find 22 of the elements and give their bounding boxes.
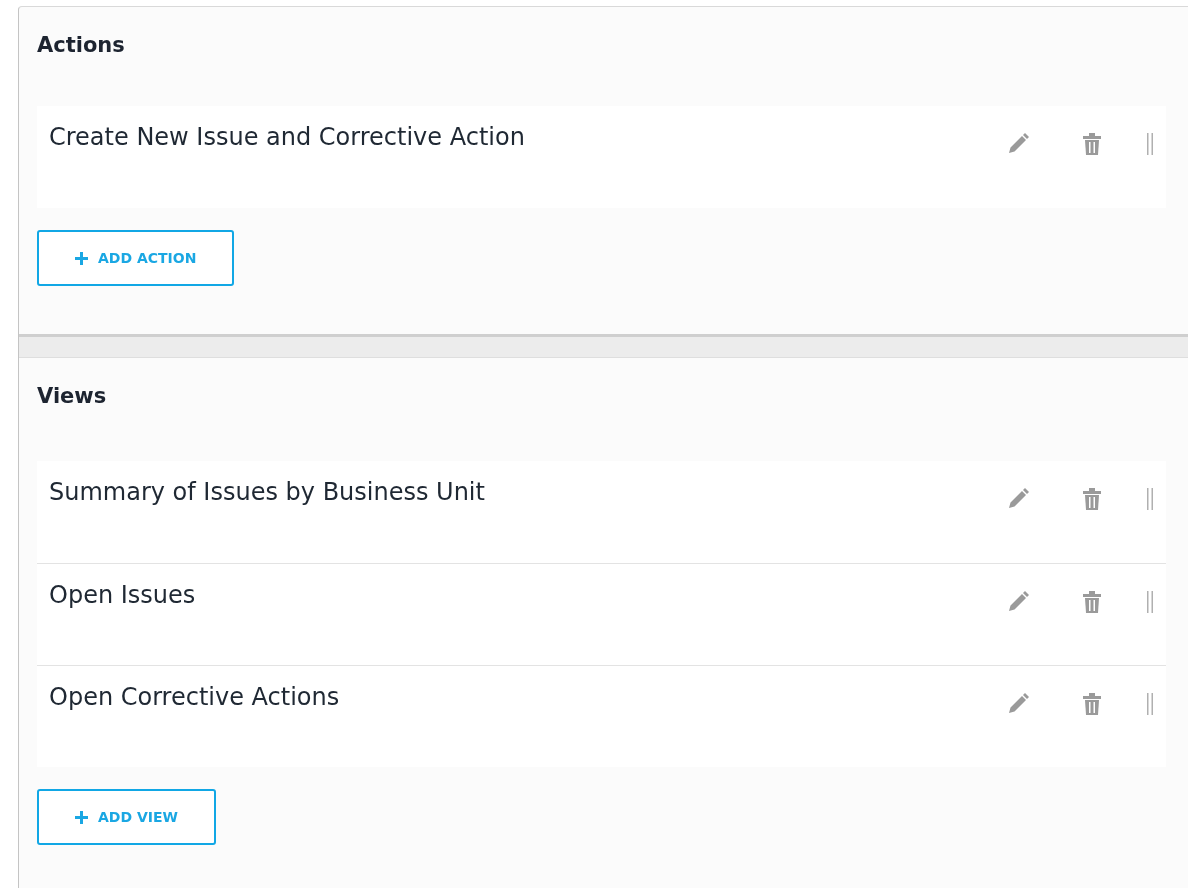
section-heading: Actions: [37, 33, 126, 59]
trash-icon: [1082, 132, 1102, 157]
delete-button[interactable]: [1082, 487, 1102, 512]
row-label: Summary of Issues by Business Unit: [49, 479, 486, 506]
trash-icon: [1082, 590, 1102, 615]
row-label: Create New Issue and Corrective Action: [49, 124, 526, 151]
delete-button[interactable]: [1082, 132, 1102, 157]
add-button[interactable]: ADD ACTION: [37, 230, 235, 287]
drag-handle-icon[interactable]: [1146, 488, 1154, 511]
drag-handle-icon[interactable]: [1146, 591, 1154, 614]
add-button[interactable]: ADD VIEW: [37, 789, 216, 846]
drag-handle-icon[interactable]: [1146, 133, 1154, 156]
trash-icon: [1082, 487, 1102, 512]
drag-handle-icon[interactable]: [1146, 693, 1154, 716]
row-label: Open Corrective Actions: [49, 684, 341, 711]
plus-icon: [75, 810, 88, 824]
row-label: Open Issues: [49, 582, 197, 609]
trash-icon: [1082, 692, 1102, 717]
delete-button[interactable]: [1082, 590, 1102, 615]
delete-button[interactable]: [1082, 692, 1102, 717]
section-heading: Views: [37, 384, 108, 410]
plus-icon: [75, 251, 88, 265]
